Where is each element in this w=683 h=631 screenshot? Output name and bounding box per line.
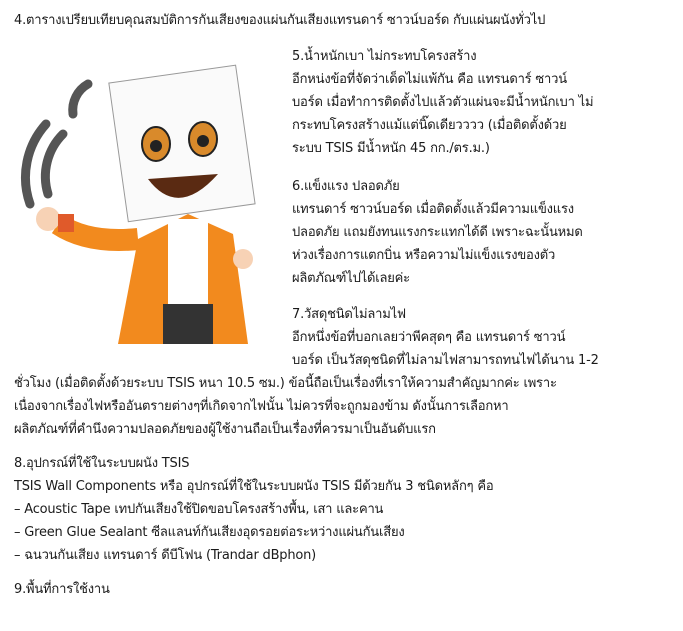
section-5-line: กระทบโครงสร้างแม้แต่นิ๊ดเดียวววว (เมื่อต… — [292, 118, 567, 133]
mascot-illustration — [20, 64, 256, 344]
section-5-line: ระบบ TSIS มีน้ำหนัก 45 กก./ตร.ม.) — [292, 141, 490, 156]
section-6-line: ห่วงเรื่องการแตกบิ่น หรือความไม่แข็งแรงข… — [292, 248, 556, 263]
section-8-title: 8.อุปกรณ์ที่ใช้ในระบบผนัง TSIS — [14, 456, 190, 471]
section-7-line: ชั่วโมง (เมื่อติดตั้งด้วยระบบ TSIS หนา 1… — [14, 376, 557, 391]
section-7-line: ผลิตภัณฑ์ที่คำนึงความปลอดภัยของผู้ใช้งาน… — [14, 422, 436, 437]
section-7-line: เนื่องจากเรื่องไฟหรืออันตรายต่างๆที่เกิด… — [14, 399, 509, 414]
section-8-line: TSIS Wall Components หรือ อุปกรณ์ที่ใช้ใ… — [14, 479, 494, 494]
section-5-line: บอร์ด เมื่อทำการติดตั้งไปแล้วตัวแผ่นจะมี… — [292, 95, 594, 110]
section-7-line: อีกหนึ่งข้อที่บอกเลยว่าพีคสุดๆ คือ แทรนด… — [292, 330, 566, 345]
section-7-line: บอร์ด เป็นวัสดุชนิดที่ไม่ลามไฟสามารถทนไฟ… — [292, 353, 599, 368]
section-5-title: 5.น้ำหนักเบา ไม่กระทบโครงสร้าง — [292, 49, 477, 64]
section-8-line: – ฉนวนกันเสียง แทรนดาร์ ดีบีโฟน (Trandar… — [14, 548, 317, 563]
section-6-line: แทรนดาร์ ซาวน์บอร์ด เมื่อติดตั้งแล้วมีคว… — [292, 202, 574, 217]
section-6-line: ปลอดภัย แถมยังทนแรงกระแทกได้ดี เพราะฉะนั… — [292, 225, 583, 240]
section-5-line: อีกหน่งข้อที่จัดว่าเด็ดไม่แพ้กัน คือ แทร… — [292, 72, 567, 87]
heading-4: 4.ตารางเปรียบเทียบคุณสมบัติการกันเสียงขอ… — [14, 13, 546, 28]
heading-9: 9.พื้นที่การใช้งาน — [14, 582, 110, 597]
section-8-line: – Green Glue Sealant ซีลแลนท์กันเสียงอุด… — [14, 525, 405, 540]
section-8-line: – Acoustic Tape เทปกันเสียงใช้ปิดขอบโครง… — [14, 502, 384, 517]
section-7-title: 7.วัสดุชนิดไม่ลามไฟ — [292, 307, 406, 322]
section-6-line: ผลิตภัณฑ์ไปได้เลยค่ะ — [292, 271, 410, 286]
section-6-title: 6.แข็งแรง ปลอดภัย — [292, 179, 400, 194]
